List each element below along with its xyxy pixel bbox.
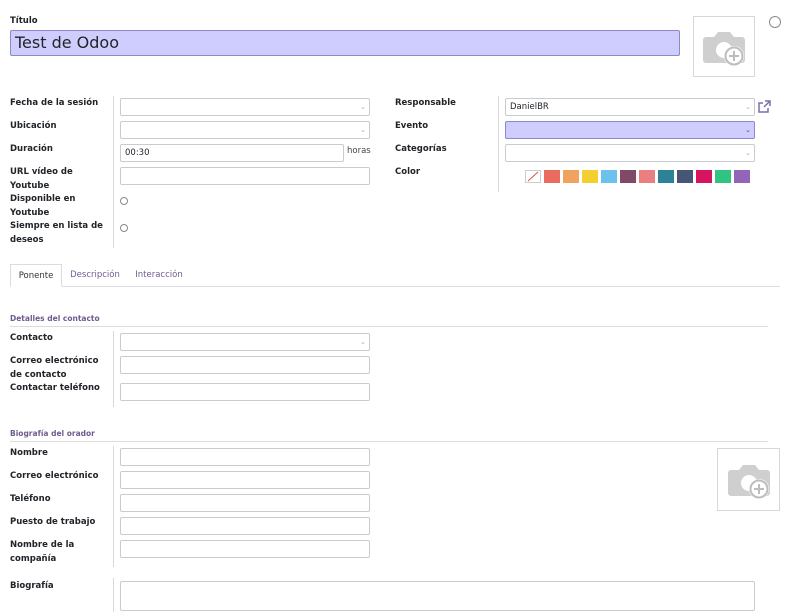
- color-swatch[interactable]: [639, 170, 655, 183]
- speaker-email-input[interactable]: [120, 471, 370, 489]
- no-color-icon: [527, 171, 539, 182]
- event-photo-placeholder[interactable]: [693, 16, 755, 77]
- speaker-section-rule: [10, 441, 768, 442]
- contact-phone-input[interactable]: [120, 383, 370, 401]
- chevron-down-icon: ⌄: [360, 338, 366, 346]
- chevron-down-icon: ⌄: [360, 103, 366, 111]
- color-swatch[interactable]: [715, 170, 731, 183]
- contact-email-label: Correo electrónico de contacto: [10, 355, 98, 382]
- speaker-bio-label: Biografía: [10, 581, 54, 591]
- location-label: Ubicación: [10, 121, 57, 131]
- session-date-input[interactable]: ⌄: [120, 98, 370, 116]
- event-label: Evento: [395, 121, 429, 131]
- contact-select[interactable]: ⌄: [120, 333, 370, 351]
- speaker-bio-textarea[interactable]: [120, 581, 755, 611]
- speaker-name-input[interactable]: [120, 448, 370, 466]
- color-swatch[interactable]: [658, 170, 674, 183]
- speaker-section-heading: Biografía del orador: [10, 429, 95, 438]
- chevron-down-icon: ⌄: [745, 149, 751, 157]
- tab-ponente[interactable]: Ponente: [10, 264, 62, 287]
- speaker-company-input[interactable]: [120, 540, 370, 558]
- contact-email-label-line2: de contacto: [10, 369, 67, 380]
- contact-label: Contacto: [10, 333, 53, 343]
- color-swatch[interactable]: [620, 170, 636, 183]
- speaker-email-label: Correo electrónico: [10, 471, 99, 481]
- color-swatch[interactable]: [544, 170, 560, 183]
- bio-divider: [113, 578, 114, 612]
- speaker-name-label: Nombre: [10, 448, 48, 458]
- color-swatch-none[interactable]: [525, 170, 541, 183]
- status-radio[interactable]: [769, 16, 781, 28]
- speaker-phone-label: Teléfono: [10, 494, 51, 504]
- tab-descripcion[interactable]: Descripción: [66, 264, 124, 286]
- always-wishlist-checkbox[interactable]: [120, 224, 128, 232]
- color-swatch[interactable]: [601, 170, 617, 183]
- available-youtube-checkbox[interactable]: [120, 197, 128, 205]
- speaker-company-label-line2: compañía: [10, 553, 57, 564]
- duration-input[interactable]: 00:30: [120, 144, 344, 162]
- speaker-job-label: Puesto de trabajo: [10, 517, 96, 527]
- external-link-icon[interactable]: [758, 100, 771, 116]
- chevron-down-icon: ⌄: [745, 103, 751, 111]
- speaker-photo-placeholder[interactable]: [717, 448, 780, 511]
- contact-section-rule: [10, 326, 768, 327]
- youtube-url-label-line2: Youtube: [10, 180, 50, 191]
- chevron-down-icon: ⌄: [745, 126, 751, 134]
- event-select[interactable]: ⌄: [505, 121, 755, 139]
- color-swatch[interactable]: [582, 170, 598, 183]
- always-wishlist-label-line1: Siempre en lista de: [10, 221, 103, 231]
- tab-interaccion[interactable]: Interacción: [130, 264, 188, 286]
- duration-unit: horas: [347, 146, 371, 156]
- contact-email-label-line1: Correo electrónico: [10, 356, 99, 366]
- chevron-down-icon: ⌄: [360, 126, 366, 134]
- youtube-url-input[interactable]: [120, 167, 370, 185]
- responsible-value: DanielBR: [510, 102, 549, 112]
- contact-phone-label: Contactar teléfono: [10, 383, 100, 393]
- contact-divider: [113, 331, 114, 407]
- speaker-phone-input[interactable]: [120, 494, 370, 512]
- left-group-divider: [113, 96, 114, 248]
- tabs-baseline: [10, 286, 780, 287]
- camera-add-icon: [703, 31, 745, 66]
- color-swatch[interactable]: [696, 170, 712, 183]
- color-swatch[interactable]: [563, 170, 579, 183]
- responsible-select[interactable]: DanielBR ⌄: [505, 98, 755, 116]
- categories-select[interactable]: ⌄: [505, 144, 755, 162]
- session-date-label: Fecha de la sesión: [10, 98, 99, 108]
- color-label: Color: [395, 167, 421, 177]
- title-input[interactable]: Test de Odoo: [10, 30, 680, 56]
- contact-section-heading: Detalles del contacto: [10, 314, 100, 323]
- color-swatch[interactable]: [677, 170, 693, 183]
- youtube-url-label-line1: URL vídeo de: [10, 167, 73, 177]
- contact-email-input[interactable]: [120, 356, 370, 374]
- color-swatch[interactable]: [734, 170, 750, 183]
- location-select[interactable]: ⌄: [120, 121, 370, 139]
- speaker-job-input[interactable]: [120, 517, 370, 535]
- camera-add-icon: [727, 464, 770, 499]
- available-youtube-label-line1: Disponible en: [10, 194, 76, 204]
- always-wishlist-label: Siempre en lista de deseos: [10, 220, 103, 247]
- always-wishlist-label-line2: deseos: [10, 234, 44, 245]
- available-youtube-label: Disponible en Youtube: [10, 193, 75, 220]
- speaker-divider: [113, 446, 114, 567]
- speaker-company-label: Nombre de la compañía: [10, 539, 74, 566]
- speaker-company-label-line1: Nombre de la: [10, 540, 75, 550]
- duration-label: Duración: [10, 144, 53, 154]
- youtube-url-label: URL vídeo de Youtube: [10, 166, 73, 193]
- title-label: Título: [10, 16, 38, 26]
- available-youtube-label-line2: Youtube: [10, 207, 50, 218]
- right-group-divider: [498, 96, 499, 192]
- categories-label: Categorías: [395, 144, 447, 154]
- responsible-label: Responsable: [395, 98, 456, 108]
